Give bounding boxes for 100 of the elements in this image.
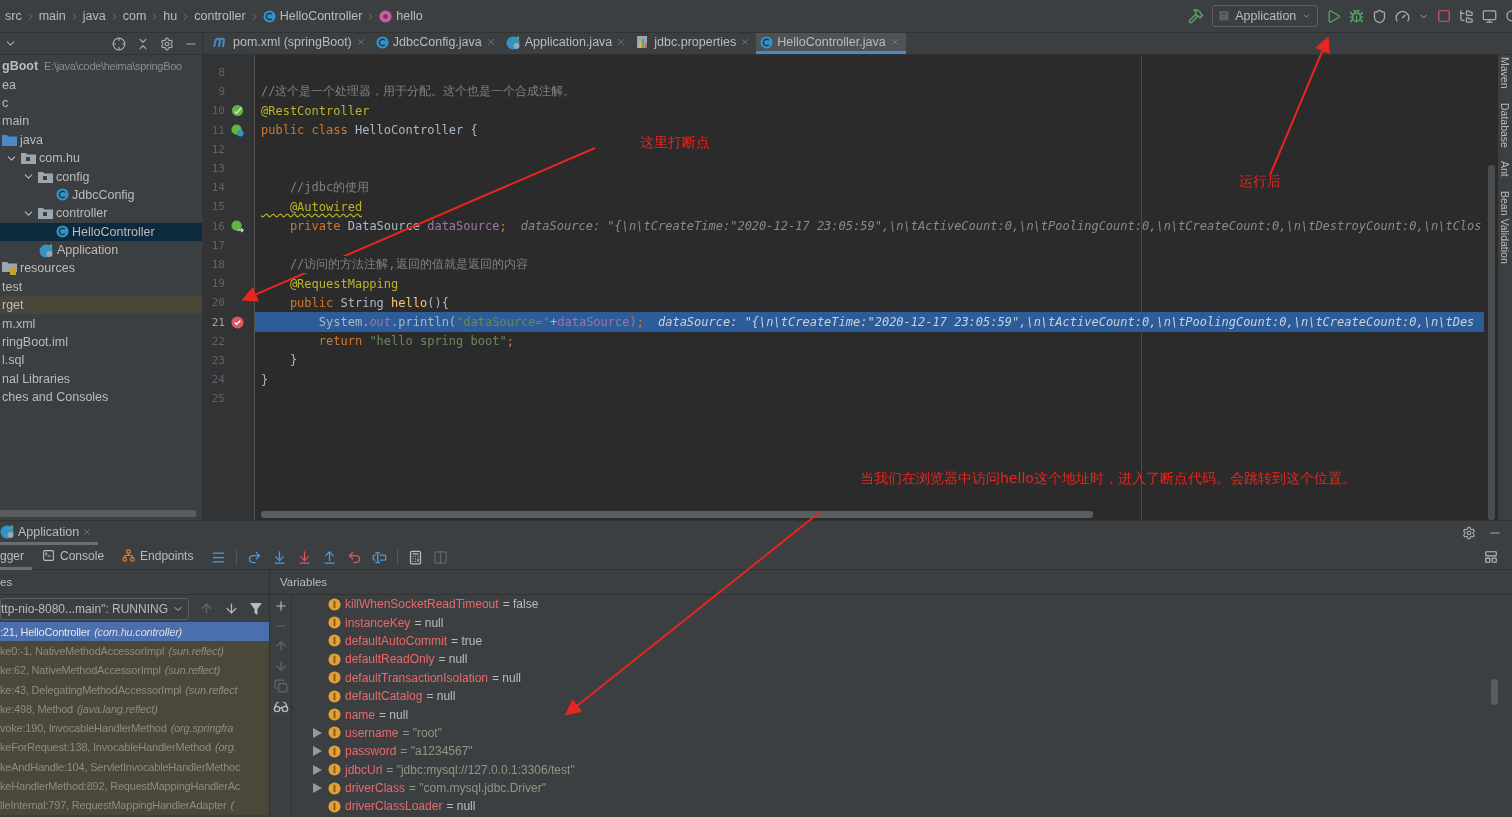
- tool-window-button[interactable]: Maven: [1499, 57, 1511, 89]
- stop-icon[interactable]: [1437, 9, 1451, 23]
- run-configuration-dropdown[interactable]: Application: [1212, 5, 1318, 27]
- variable-row[interactable]: jdbcUrl = "jdbc:mysql://127.0.0.1:3306/test": [292, 760, 1491, 779]
- variable-row[interactable]: driverClassLoader = null: [292, 797, 1491, 816]
- settings-icon[interactable]: [160, 36, 174, 51]
- breadcrumb-item[interactable]: HelloController: [261, 9, 364, 23]
- close-icon[interactable]: [485, 37, 496, 47]
- variable-row[interactable]: killWhenSocketReadTimeout = false: [292, 595, 1491, 614]
- session-tab[interactable]: Application: [0, 521, 99, 545]
- breadcrumb-item[interactable]: java: [81, 9, 107, 23]
- copy-icon[interactable]: [273, 679, 288, 693]
- editor-tab[interactable]: Application.java: [501, 33, 633, 54]
- calculator-icon[interactable]: [408, 549, 424, 565]
- tree-item[interactable]: ringBoot.iml: [0, 332, 202, 352]
- collapse-all-icon[interactable]: [136, 36, 150, 51]
- close-icon[interactable]: [82, 526, 93, 537]
- editor-tab[interactable]: HelloController.java: [756, 33, 906, 54]
- menu-icon[interactable]: [211, 549, 227, 565]
- breadcrumb-item[interactable]: main: [37, 9, 67, 23]
- collapse-arrow-icon[interactable]: [312, 746, 322, 757]
- run-to-cursor-icon[interactable]: [372, 549, 388, 565]
- profile-icon[interactable]: [1395, 8, 1410, 24]
- tree-item[interactable]: m.xml: [0, 314, 202, 333]
- variable-row[interactable]: defaultReadOnly = null: [292, 650, 1491, 669]
- variable-row[interactable]: name = null: [292, 705, 1491, 724]
- editor-tab[interactable]: JdbcConfig.java: [371, 33, 502, 54]
- filter-icon[interactable]: [249, 601, 263, 616]
- tool-window-button[interactable]: Ant: [1499, 161, 1511, 178]
- variable-row[interactable]: username = "root": [292, 723, 1491, 743]
- tree-item[interactable]: JdbcConfig: [0, 185, 202, 205]
- tree-item[interactable]: l.sql: [0, 351, 202, 370]
- stack-frame[interactable]: :21, HelloController (com.hu.controller): [0, 622, 269, 642]
- collapse-arrow-icon[interactable]: [312, 727, 322, 738]
- collapse-arrow-icon[interactable]: [312, 764, 322, 775]
- locate-icon[interactable]: [112, 36, 126, 51]
- scrollbar[interactable]: [0, 510, 196, 517]
- debugger-tab[interactable]: Endpoints: [122, 544, 202, 570]
- code-token: }: [288, 353, 298, 368]
- tree-item[interactable]: java: [0, 130, 202, 149]
- tree-item[interactable]: com.hu: [0, 148, 202, 168]
- breadcrumb-item[interactable]: controller: [193, 9, 247, 23]
- terminal-icon[interactable]: [1482, 8, 1497, 24]
- close-icon[interactable]: [355, 37, 366, 47]
- settings-icon[interactable]: [1462, 526, 1476, 540]
- run-icon[interactable]: [1326, 8, 1341, 24]
- bean-icon[interactable]: [230, 219, 244, 233]
- step-over-icon[interactable]: [247, 549, 263, 565]
- variable-row[interactable]: defaultTransactionIsolation = null: [292, 668, 1491, 687]
- layout-icon[interactable]: [1484, 550, 1498, 564]
- tree-item[interactable]: Application: [0, 240, 202, 260]
- scrollbar[interactable]: [261, 511, 1093, 518]
- debugger-tab[interactable]: gger: [0, 544, 33, 570]
- tree-item[interactable]: main: [0, 112, 202, 131]
- columns-icon[interactable]: [433, 549, 449, 565]
- tool-window-button[interactable]: Bean Validation: [1499, 191, 1511, 264]
- debugger-tab[interactable]: Console: [42, 544, 113, 570]
- class-icon: [760, 35, 774, 49]
- editor-tab[interactable]: jdbc.properties: [632, 33, 757, 54]
- tree-item[interactable]: rget: [0, 296, 202, 315]
- tool-window-button[interactable]: Database: [1499, 102, 1511, 148]
- tree-item[interactable]: ea: [0, 75, 202, 94]
- hammer-icon[interactable]: [1188, 8, 1204, 24]
- bean-icon[interactable]: [230, 123, 244, 137]
- tree-item[interactable]: gBoot E:\java\code\heima\springBoo: [0, 57, 202, 76]
- tree-item[interactable]: nal Libraries: [0, 369, 202, 389]
- scrollbar[interactable]: [1488, 165, 1495, 520]
- breadcrumb-item[interactable]: com: [121, 9, 148, 23]
- close-icon[interactable]: [616, 37, 627, 47]
- tree-item[interactable]: test: [0, 277, 202, 297]
- field-icon: [328, 744, 341, 758]
- glasses-icon[interactable]: [272, 699, 289, 715]
- thread-dropdown[interactable]: ttp-nio-8080...main": RUNNING: [0, 597, 190, 620]
- project-structure-icon[interactable]: [1459, 8, 1474, 24]
- variable-row[interactable]: instanceKey = null: [292, 613, 1491, 632]
- editor-tab[interactable]: pom.xml (springBoot): [209, 33, 372, 54]
- variable-row[interactable]: defaultAutoCommit = true: [292, 631, 1491, 651]
- breadcrumb-item[interactable]: hello: [378, 9, 424, 23]
- close-icon[interactable]: [740, 37, 751, 47]
- scrollbar[interactable]: [1491, 679, 1498, 705]
- add-icon[interactable]: [273, 599, 288, 613]
- breadcrumb-item[interactable]: hu: [162, 9, 179, 23]
- breakpoint-icon[interactable]: [230, 315, 244, 329]
- collapse-arrow-icon[interactable]: [312, 783, 322, 794]
- tree-item[interactable]: controller: [0, 204, 202, 223]
- variable-row[interactable]: driverClass = "com.mysql.jdbc.Driver": [292, 778, 1491, 798]
- variable-row[interactable]: password = "a1234567": [292, 742, 1491, 761]
- tree-item[interactable]: resources: [0, 259, 202, 278]
- bean-icon[interactable]: [230, 104, 244, 118]
- code-token: out: [369, 315, 392, 330]
- code-token: @Autowired: [288, 199, 363, 214]
- tree-item[interactable]: config: [0, 167, 202, 186]
- tree-item[interactable]: HelloController: [0, 222, 202, 241]
- debug-icon[interactable]: [1349, 8, 1364, 24]
- tree-item[interactable]: ches and Consoles: [0, 388, 202, 407]
- variable-row[interactable]: defaultCatalog = null: [292, 686, 1491, 706]
- breadcrumb-item[interactable]: src: [4, 9, 23, 23]
- drop-frame-icon[interactable]: [347, 549, 363, 565]
- coverage-icon[interactable]: [1372, 8, 1387, 24]
- tree-item[interactable]: c: [0, 93, 202, 113]
